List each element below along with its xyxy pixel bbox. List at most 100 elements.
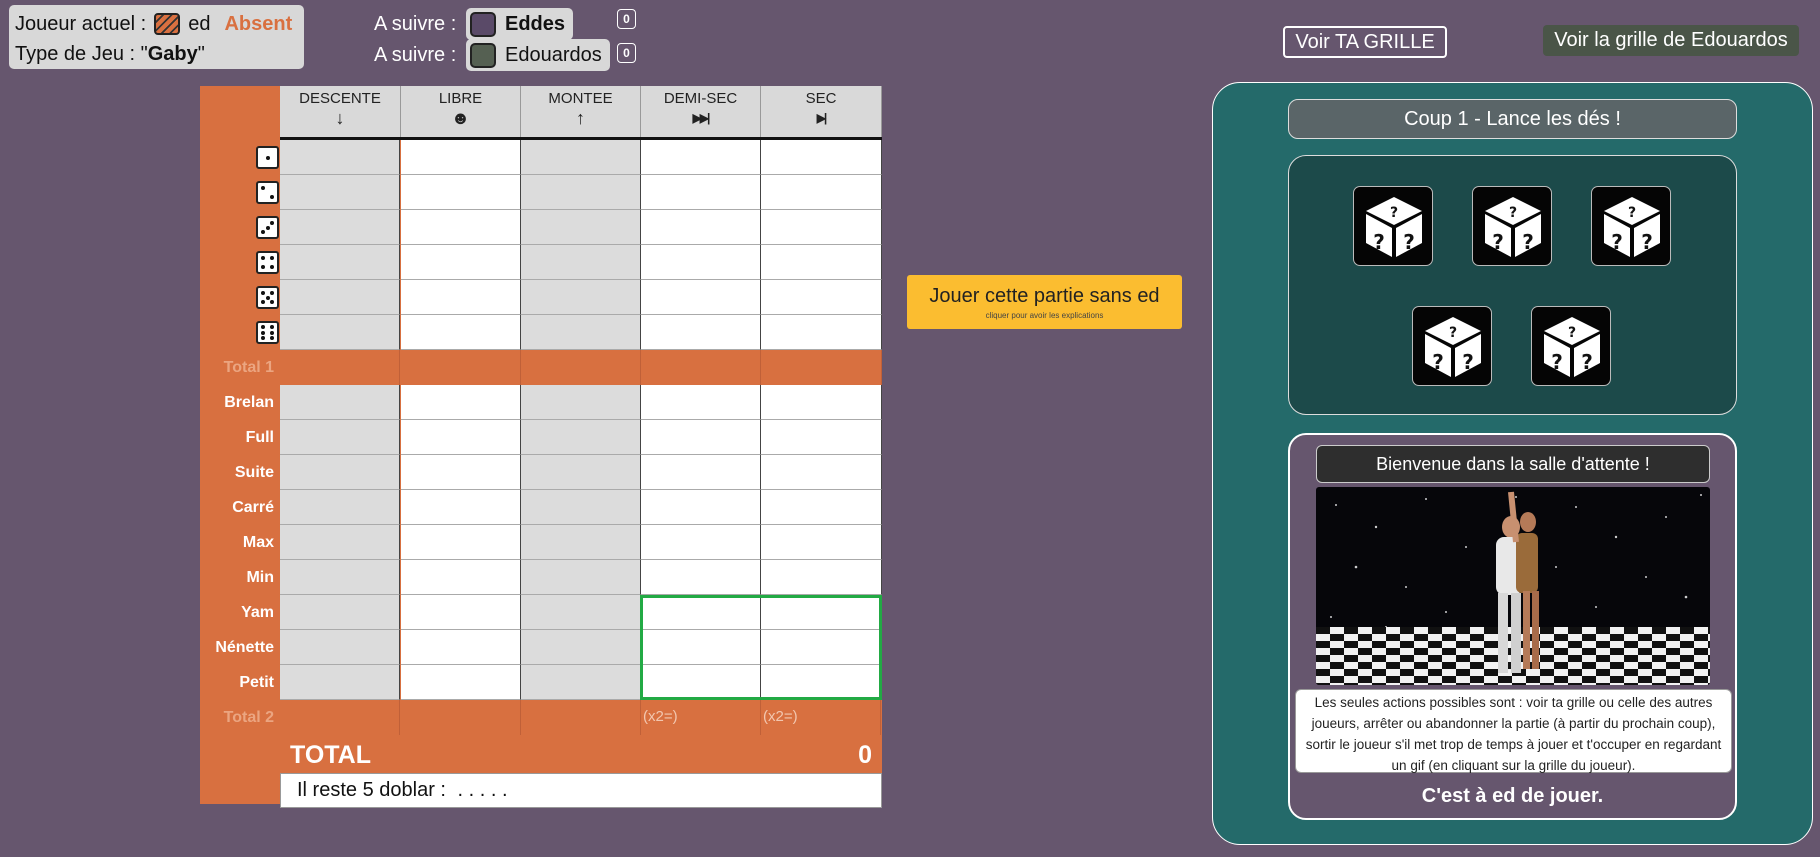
- next-label: A suivre :: [374, 43, 457, 66]
- score-cell: [280, 490, 400, 525]
- score-cell: [280, 385, 400, 420]
- score-cell[interactable]: [401, 525, 521, 560]
- score-cell[interactable]: [401, 315, 521, 350]
- score-cell[interactable]: [761, 490, 882, 525]
- score-cell[interactable]: [761, 140, 882, 175]
- score-cell[interactable]: [401, 140, 521, 175]
- score-cell[interactable]: [641, 420, 761, 455]
- score-cell[interactable]: [761, 245, 882, 280]
- next-player-2: A suivre : Edouardos: [374, 39, 610, 71]
- score-cell: [280, 595, 400, 630]
- player-info: Joueur actuel : ed Absent Type de Jeu : …: [9, 5, 304, 69]
- current-player-name: ed: [188, 12, 211, 35]
- score-cell[interactable]: [761, 315, 882, 350]
- score-cell[interactable]: [641, 525, 761, 560]
- score-cell: [280, 560, 400, 595]
- score-cell[interactable]: [401, 280, 521, 315]
- score-cell[interactable]: [641, 315, 761, 350]
- player-status: Absent: [224, 12, 293, 35]
- player-color-swatch: [470, 42, 496, 68]
- unknown-die-icon[interactable]: ???: [1472, 186, 1552, 266]
- score-cell[interactable]: [401, 630, 521, 665]
- score-cell: [521, 280, 641, 315]
- score-cell[interactable]: [761, 210, 882, 245]
- arrow-up-icon: ↑: [576, 108, 585, 128]
- score-cell[interactable]: [641, 630, 761, 665]
- svg-text:?: ?: [1432, 350, 1444, 374]
- unknown-die-icon[interactable]: ???: [1531, 306, 1611, 386]
- score-cell[interactable]: [401, 560, 521, 595]
- unknown-die-icon[interactable]: ???: [1591, 186, 1671, 266]
- col-header-demi-sec: DEMI-SEC ▶▶|: [641, 86, 761, 137]
- score-cell[interactable]: [761, 630, 882, 665]
- die-face-6-icon: [256, 321, 279, 344]
- total-row: TOTAL 0: [280, 735, 882, 773]
- score-cell[interactable]: [641, 595, 761, 630]
- row-label: Min: [246, 569, 274, 586]
- row-label: Brelan: [224, 394, 274, 411]
- next-player-name: Eddes: [505, 12, 566, 35]
- score-cell: [521, 630, 641, 665]
- score-cell[interactable]: [401, 595, 521, 630]
- score-cell[interactable]: [641, 245, 761, 280]
- score-cell[interactable]: [641, 175, 761, 210]
- score-cell: [280, 420, 400, 455]
- score-cell: [280, 455, 400, 490]
- score-cell[interactable]: [401, 245, 521, 280]
- score-cell[interactable]: [761, 175, 882, 210]
- remaining-doblar: Il reste 5 doblar : . . . . .: [280, 773, 882, 808]
- score-cell[interactable]: [401, 665, 521, 700]
- svg-text:?: ?: [1403, 230, 1415, 254]
- score-cell[interactable]: [641, 665, 761, 700]
- score-cell[interactable]: [641, 490, 761, 525]
- score-cell: [280, 245, 400, 280]
- score-cell[interactable]: [761, 385, 882, 420]
- score-cell[interactable]: [401, 175, 521, 210]
- score-cell[interactable]: [641, 280, 761, 315]
- score-cell[interactable]: [641, 210, 761, 245]
- svg-text:?: ?: [1522, 230, 1534, 254]
- view-my-grid-button[interactable]: Voir TA GRILLE: [1283, 26, 1447, 58]
- unknown-die-icon[interactable]: ???: [1353, 186, 1433, 266]
- score-cell: [521, 595, 641, 630]
- score-cell[interactable]: [401, 385, 521, 420]
- unknown-die-icon[interactable]: ???: [1412, 306, 1492, 386]
- score-cell[interactable]: [401, 420, 521, 455]
- score-cell: [521, 175, 641, 210]
- score-cell[interactable]: [761, 665, 882, 700]
- svg-text:?: ?: [1611, 230, 1623, 254]
- score-cell[interactable]: [761, 525, 882, 560]
- view-other-grid-button[interactable]: Voir la grille de Edouardos: [1543, 25, 1799, 56]
- score-cell[interactable]: [641, 560, 761, 595]
- dancing-gif[interactable]: [1316, 487, 1710, 685]
- total2-cell: [401, 700, 521, 735]
- roll-status: Coup 1 - Lance les dés !: [1288, 99, 1737, 139]
- score-cell[interactable]: [761, 280, 882, 315]
- svg-text:?: ?: [1551, 350, 1563, 374]
- total-label: TOTAL: [290, 741, 372, 769]
- waiting-room-explanation: Les seules actions possibles sont : voir…: [1295, 689, 1732, 773]
- score-cell[interactable]: [641, 385, 761, 420]
- total-value: 0: [858, 741, 872, 769]
- next-player-chip[interactable]: Edouardos: [466, 39, 610, 71]
- play-without-button[interactable]: Jouer cette partie sans ed cliquer pour …: [907, 275, 1182, 329]
- score-cell[interactable]: [761, 420, 882, 455]
- score-cell[interactable]: [761, 455, 882, 490]
- score-cell[interactable]: [401, 455, 521, 490]
- score-cell[interactable]: [761, 595, 882, 630]
- score-cell[interactable]: [401, 490, 521, 525]
- game-type-label: Type de Jeu : ": [15, 42, 148, 65]
- score-cell: [521, 560, 641, 595]
- score-cell[interactable]: [641, 455, 761, 490]
- die-face-3-icon: [256, 216, 279, 239]
- skip-forward-icon: ▶▶|: [692, 111, 711, 125]
- score-cell[interactable]: [761, 560, 882, 595]
- next-player-chip[interactable]: Eddes: [466, 8, 574, 40]
- svg-text:?: ?: [1568, 325, 1576, 341]
- score-cell[interactable]: [401, 210, 521, 245]
- score-cell: [521, 245, 641, 280]
- col-header-descente: DESCENTE ↓: [280, 86, 401, 137]
- score-cell: [521, 420, 641, 455]
- score-cell[interactable]: [641, 140, 761, 175]
- score-grid: DESCENTE ↓ LIBRE ☻ MONTEE ↑ DEMI-SEC ▶▶|…: [200, 86, 882, 808]
